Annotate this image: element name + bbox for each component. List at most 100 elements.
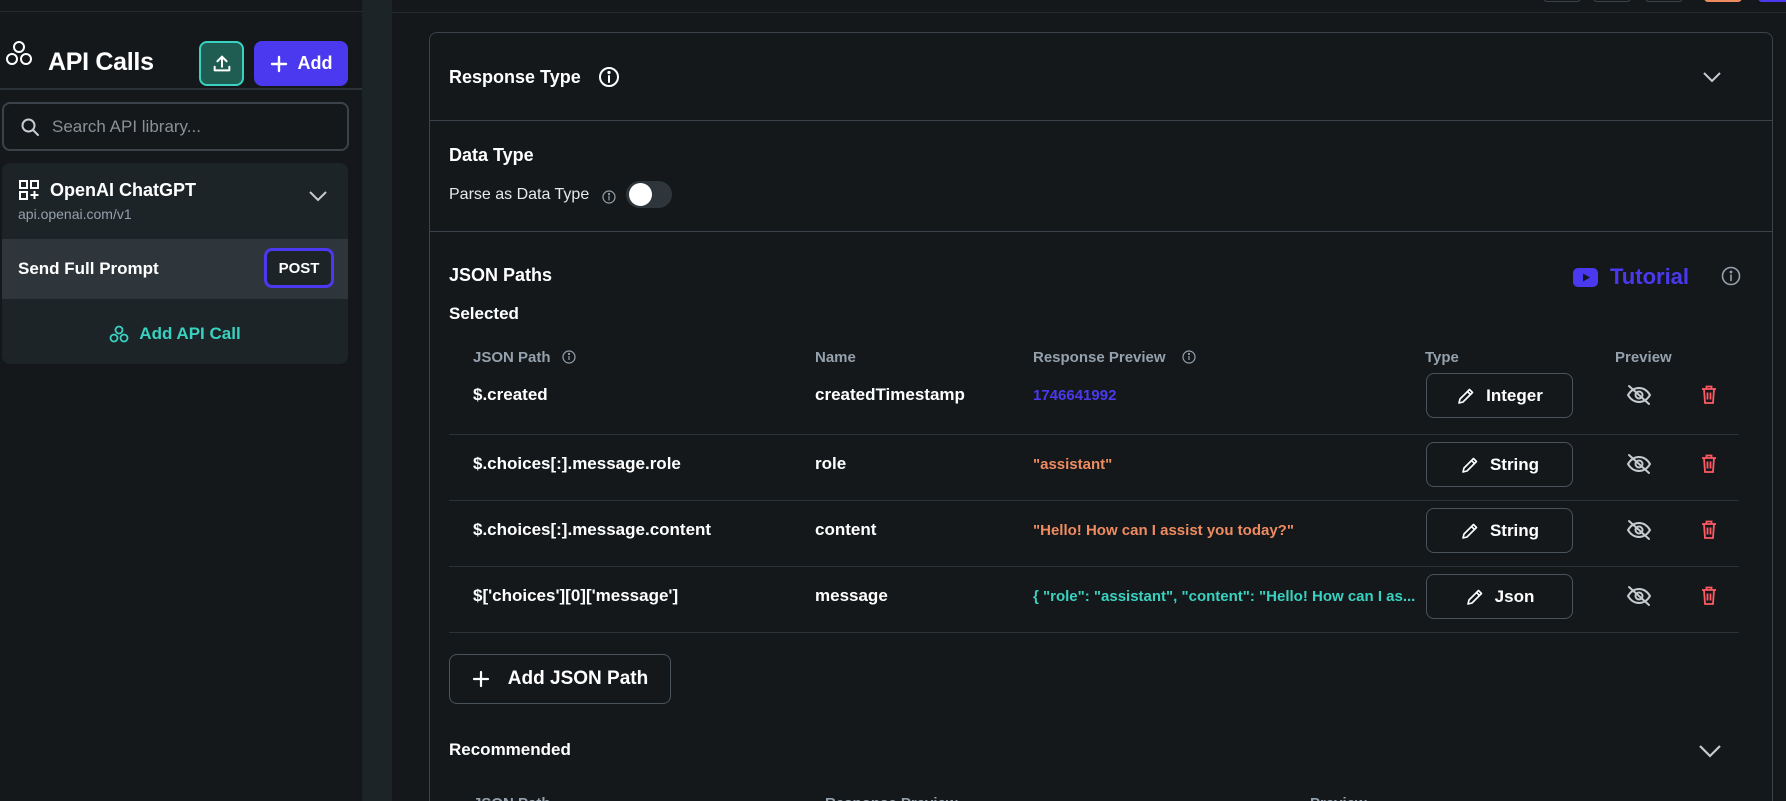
type-edit-button[interactable]: String: [1426, 442, 1573, 487]
eye-off-icon[interactable]: [1626, 519, 1652, 541]
info-icon[interactable]: [562, 350, 576, 364]
column-header-response-preview: Response Preview: [825, 795, 958, 801]
info-icon[interactable]: [1182, 350, 1196, 364]
tutorial-label: Tutorial: [1610, 264, 1690, 289]
name-cell: content: [815, 520, 877, 539]
column-header-label: Response Preview: [1033, 349, 1166, 366]
preview-cell: { "role": "assistant", "content": "Hello…: [1033, 588, 1416, 605]
sidebar: API Calls Add OpenAI ChatGPT api.openai.…: [0, 0, 362, 801]
column-header-preview: Preview: [1310, 795, 1367, 801]
column-header-name: Name: [815, 349, 856, 366]
type-label: String: [1489, 454, 1540, 474]
column-header-json-path: JSON Path: [473, 349, 576, 366]
add-api-call-button[interactable]: Add API Call: [2, 319, 348, 349]
panel-divider[interactable]: [362, 0, 392, 801]
type-edit-button[interactable]: Json: [1426, 574, 1573, 619]
table-row: $['choices'][0]['message'] message { "ro…: [449, 567, 1739, 633]
toolbar-button[interactable]: [1645, 0, 1683, 2]
sidebar-header: API Calls Add: [0, 12, 362, 90]
search-field[interactable]: [2, 102, 349, 151]
eye-off-icon[interactable]: [1626, 453, 1652, 475]
group-base-url: api.openai.com/v1: [18, 206, 132, 222]
toolbar-button[interactable]: [1758, 0, 1786, 2]
table-row: $.created createdTimestamp 1746641992 In…: [449, 369, 1739, 435]
data-type-title: Data Type: [449, 145, 534, 165]
pencil-icon: [1462, 457, 1478, 473]
add-json-path-button[interactable]: Add JSON Path: [449, 654, 671, 704]
parse-label: Parse as Data Type: [449, 186, 590, 203]
type-label: String: [1489, 520, 1540, 540]
tutorial-link[interactable]: Tutorial: [1573, 264, 1689, 290]
add-json-path-label: Add JSON Path: [507, 668, 649, 689]
response-type-header[interactable]: Response Type: [430, 33, 1772, 121]
add-api-call-label: Add API Call: [139, 324, 241, 343]
info-icon[interactable]: [598, 66, 620, 88]
column-header-response-preview: Response Preview: [1033, 349, 1196, 366]
trash-icon[interactable]: [1701, 385, 1717, 404]
response-panel: Response Type Data Type Parse as Data Ty…: [429, 32, 1773, 801]
column-header-label: JSON Path: [473, 349, 551, 366]
selected-label: Selected: [449, 304, 519, 323]
type-edit-button[interactable]: String: [1426, 508, 1573, 553]
trash-icon[interactable]: [1701, 520, 1717, 539]
toolbar-button[interactable]: [1593, 0, 1631, 2]
table-row: $.choices[:].message.role role "assistan…: [449, 435, 1739, 501]
column-header-type: Type: [1425, 349, 1459, 366]
eye-off-icon[interactable]: [1626, 585, 1652, 607]
json-path-cell: $.choices[:].message.role: [473, 454, 681, 473]
api-logo-icon: [6, 41, 32, 65]
trash-icon[interactable]: [1701, 586, 1717, 605]
chevron-down-icon[interactable]: [1698, 744, 1722, 758]
type-label: Json: [1494, 586, 1535, 606]
search-icon: [21, 118, 39, 136]
eye-off-icon[interactable]: [1626, 384, 1652, 406]
json-path-cell: $.created: [473, 385, 548, 404]
main-content: Response Type Data Type Parse as Data Ty…: [392, 0, 1786, 801]
preview-cell: "assistant": [1033, 456, 1113, 473]
plus-icon: [270, 55, 287, 72]
plus-icon: [472, 670, 489, 688]
name-cell: message: [815, 586, 888, 605]
toggle-knob: [629, 183, 652, 206]
chevron-down-icon[interactable]: [308, 190, 328, 202]
upload-button[interactable]: [199, 41, 244, 86]
recommended-label: Recommended: [449, 740, 571, 759]
pencil-icon: [1466, 589, 1482, 605]
toolbar-button[interactable]: [1543, 0, 1581, 2]
top-divider: [0, 0, 362, 12]
chevron-down-icon[interactable]: [1702, 71, 1722, 83]
info-icon[interactable]: [1721, 266, 1741, 286]
add-button-label: Add: [297, 53, 333, 73]
trash-icon[interactable]: [1701, 454, 1717, 473]
type-label: Integer: [1486, 385, 1543, 405]
youtube-icon: [1573, 267, 1598, 287]
pencil-icon: [1458, 388, 1474, 404]
toolbar-button[interactable]: [1704, 0, 1742, 2]
json-path-cell: $['choices'][0]['message']: [473, 586, 679, 605]
name-cell: createdTimestamp: [815, 385, 965, 404]
upload-icon: [213, 55, 230, 71]
parse-toggle[interactable]: [626, 181, 672, 208]
preview-cell: "Hello! How can I assist you today?": [1033, 522, 1294, 539]
json-path-cell: $.choices[:].message.content: [473, 520, 712, 539]
column-header-preview: Preview: [1615, 349, 1672, 366]
group-title: OpenAI ChatGPT: [50, 180, 197, 200]
name-cell: role: [815, 454, 847, 473]
type-edit-button[interactable]: Integer: [1426, 373, 1573, 418]
json-paths-title: JSON Paths: [449, 265, 553, 285]
info-icon[interactable]: [602, 190, 616, 204]
api-add-icon: [109, 325, 129, 343]
response-type-title: Response Type: [449, 67, 581, 87]
add-button[interactable]: Add: [254, 41, 348, 86]
api-call-label: Send Full Prompt: [18, 259, 159, 278]
api-call-item[interactable]: Send Full Prompt POST: [2, 239, 348, 299]
search-input[interactable]: [52, 116, 332, 137]
table-row: $.choices[:].message.content content "He…: [449, 501, 1739, 567]
preview-cell: 1746641992: [1033, 387, 1117, 404]
page-title: API Calls: [48, 48, 154, 76]
column-header-json-path: JSON Path: [473, 795, 551, 801]
pencil-icon: [1462, 523, 1478, 539]
grid-add-icon: [19, 180, 39, 200]
api-group-card: OpenAI ChatGPT api.openai.com/v1 Send Fu…: [2, 163, 348, 364]
data-type-section: [430, 121, 1772, 232]
